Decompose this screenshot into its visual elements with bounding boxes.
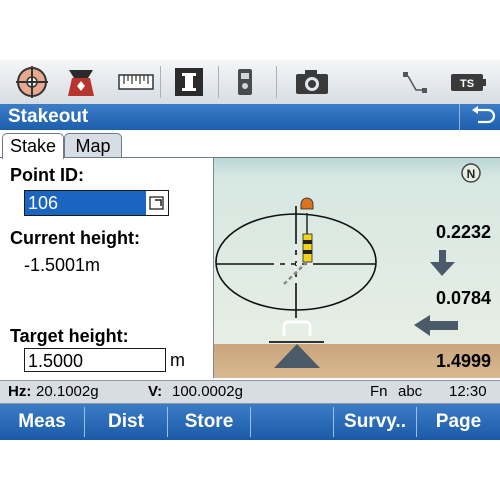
camera-icon[interactable] bbox=[292, 64, 332, 100]
stakeout-graphic: N 0.2232 0.0784 1.4999 bbox=[213, 158, 500, 378]
compass-label: N bbox=[467, 167, 476, 181]
height-difference-value: 0.2232 bbox=[435, 222, 491, 242]
store-button[interactable]: Store bbox=[168, 404, 250, 440]
stakeout-canvas: N bbox=[214, 158, 500, 378]
page-title: Stakeout bbox=[8, 106, 89, 127]
v-label: V: bbox=[148, 383, 163, 400]
fn-indicator: Fn bbox=[370, 383, 388, 400]
target-icon[interactable] bbox=[12, 64, 52, 100]
point-id-value: 106 bbox=[25, 191, 148, 215]
connection-icon[interactable] bbox=[398, 64, 432, 100]
page-button[interactable]: Page bbox=[417, 404, 500, 440]
toolbar: TS bbox=[0, 60, 500, 105]
softkey-bar: Meas Dist Store Survy.. Page bbox=[0, 404, 500, 440]
instrument-icon[interactable] bbox=[232, 64, 258, 100]
clock: 12:30 bbox=[449, 383, 487, 400]
hz-label: Hz: bbox=[8, 383, 32, 400]
status-bar: Hz: 20.1002g V: 100.0002g Fn abc 12:30 bbox=[0, 380, 500, 404]
target-height-label: Target height: bbox=[10, 326, 129, 346]
survey-button[interactable]: Survy.. bbox=[334, 404, 416, 440]
observer-icon[interactable] bbox=[64, 64, 98, 100]
battery-label: TS bbox=[460, 78, 474, 90]
point-id-label: Point ID: bbox=[10, 165, 84, 185]
target-height-input[interactable]: 1.5000 bbox=[24, 348, 166, 372]
v-value: 100.0002g bbox=[172, 383, 243, 400]
offset-value: 0.0784 bbox=[435, 288, 491, 308]
compass-icon: N bbox=[461, 163, 481, 183]
measure-ruler-icon[interactable] bbox=[116, 64, 156, 100]
back-arrow-icon bbox=[472, 106, 496, 124]
input-mode: abc bbox=[398, 383, 423, 400]
battery-icon: TS bbox=[448, 64, 490, 100]
back-button[interactable] bbox=[459, 104, 500, 130]
point-id-select[interactable]: 106 bbox=[24, 190, 169, 216]
target-height-unit: m bbox=[170, 350, 185, 370]
title-bar: Stakeout bbox=[0, 104, 500, 130]
info-icon[interactable] bbox=[172, 64, 206, 100]
dist-button[interactable]: Dist bbox=[85, 404, 167, 440]
dropdown-icon[interactable] bbox=[146, 191, 168, 215]
meas-button[interactable]: Meas bbox=[0, 404, 84, 440]
reflector-height-value: 1.4999 bbox=[435, 351, 491, 371]
current-height-label: Current height: bbox=[10, 228, 140, 248]
tab-stake[interactable]: Stake bbox=[2, 133, 64, 159]
hz-value: 20.1002g bbox=[36, 383, 99, 400]
current-height-value: -1.5001m bbox=[24, 255, 101, 275]
tab-map[interactable]: Map bbox=[64, 133, 122, 158]
